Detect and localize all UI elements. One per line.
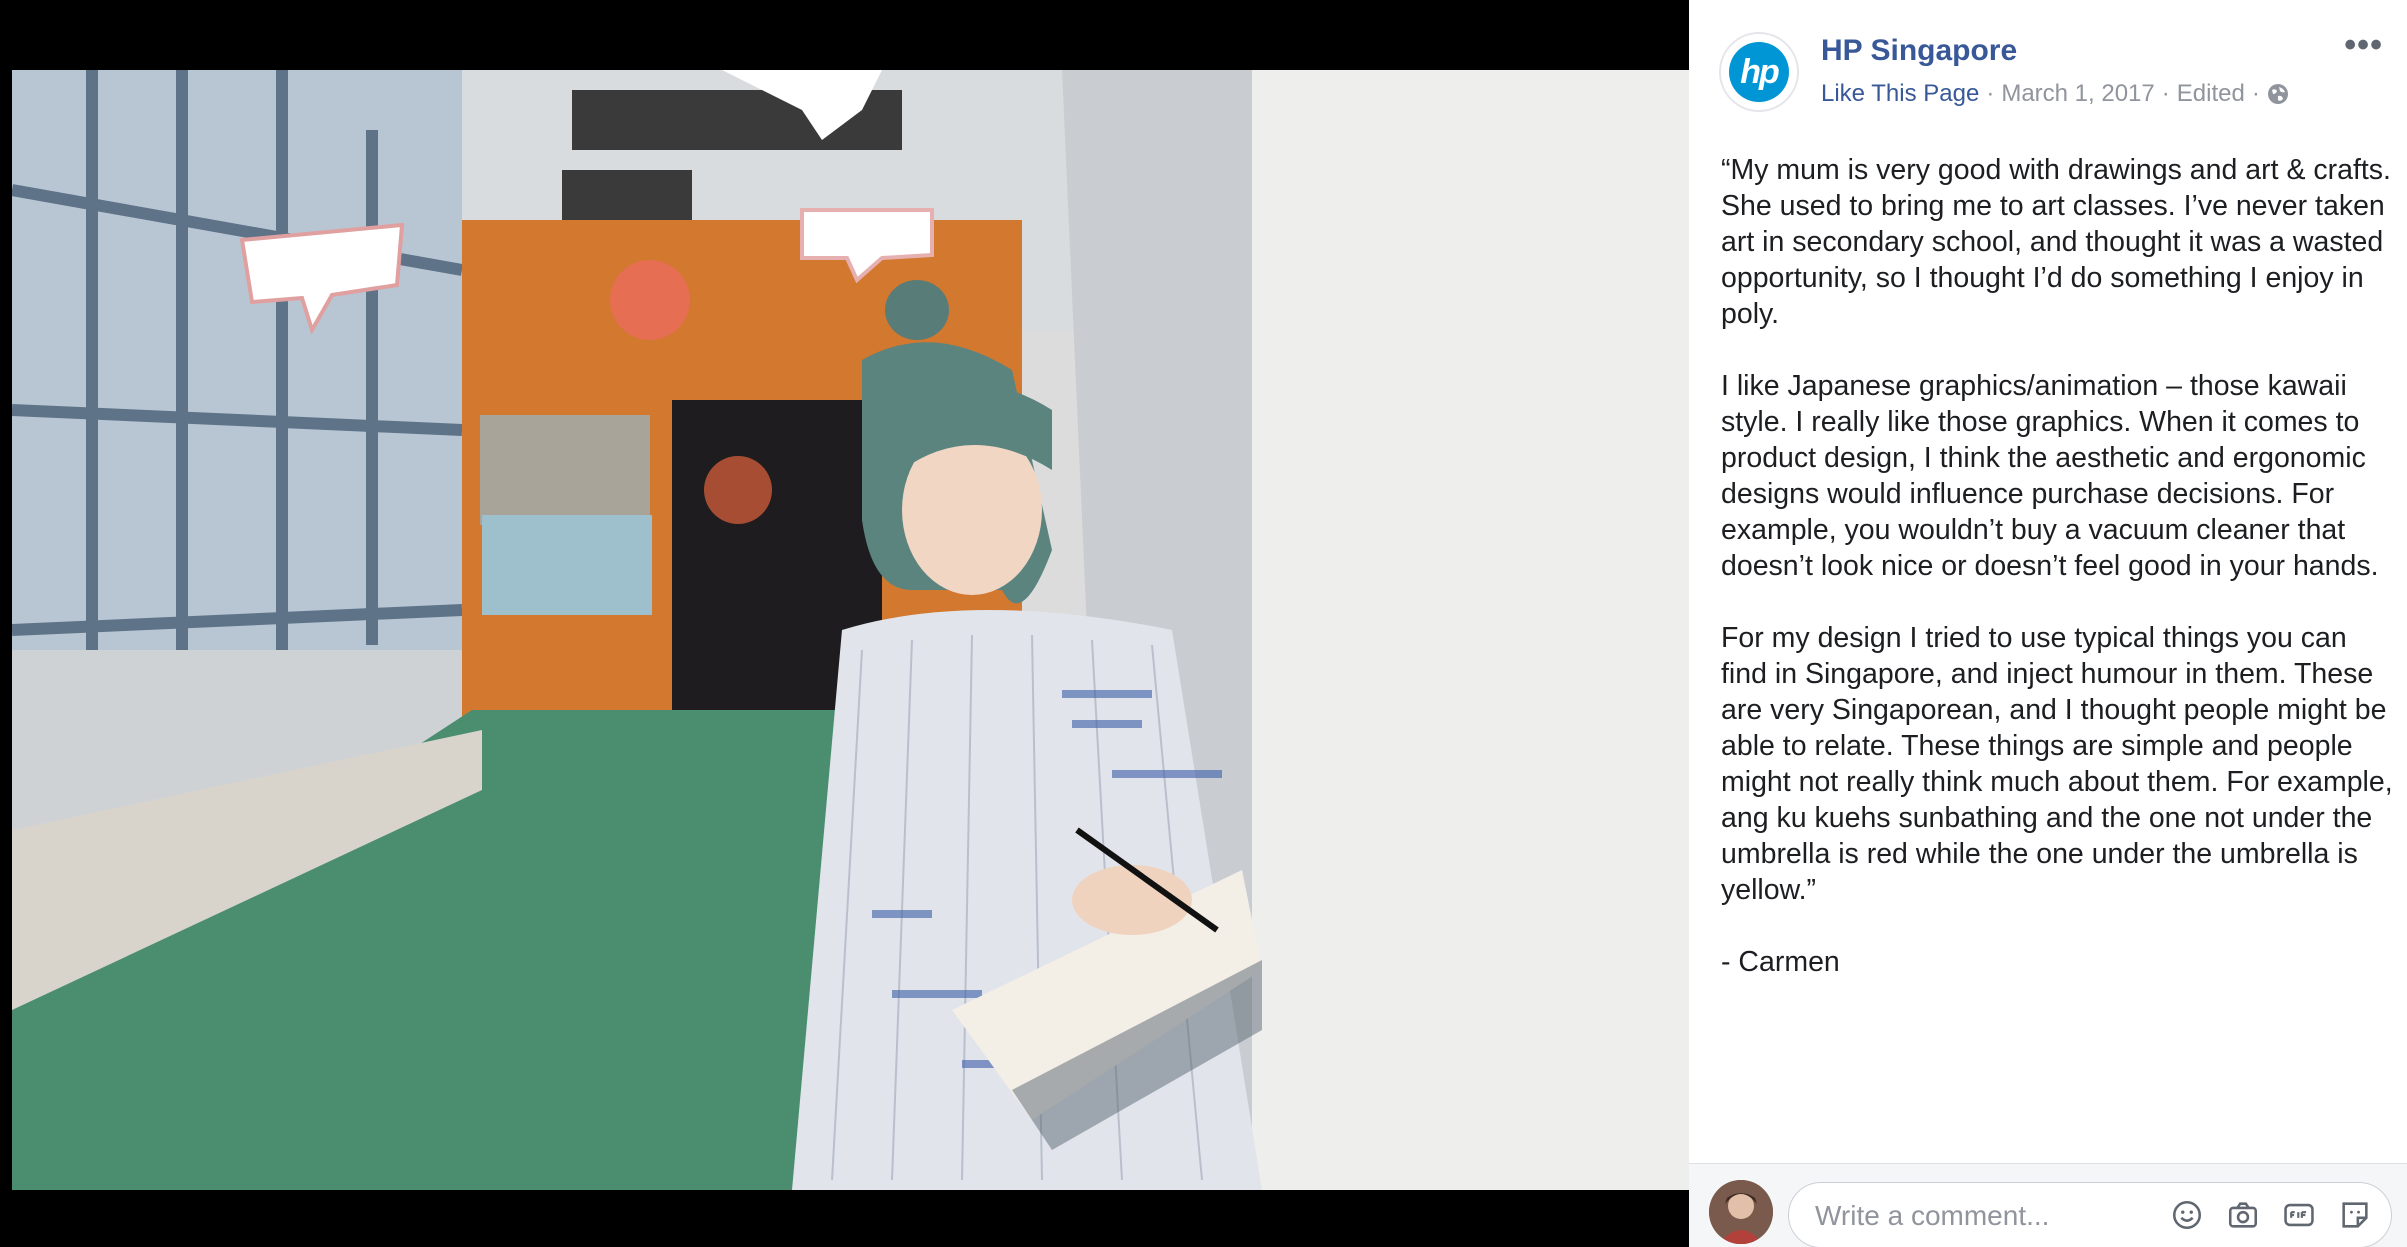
user-avatar-image: [1709, 1180, 1773, 1244]
globe-icon[interactable]: [2266, 82, 2290, 106]
emoji-icon[interactable]: [2169, 1197, 2205, 1233]
post-signature: - Carmen: [1721, 946, 1840, 978]
user-avatar[interactable]: [1709, 1180, 1773, 1244]
sticker-icon[interactable]: [2337, 1197, 2373, 1233]
comment-composer: [1689, 1163, 2407, 1247]
post-side-panel: hp HP Singapore Like This Page · March 1…: [1689, 0, 2407, 1247]
camera-icon[interactable]: [2225, 1197, 2261, 1233]
meta-separator: ·: [2251, 80, 2260, 107]
post-paragraph: “My mum is very good with drawings and a…: [1721, 154, 2391, 330]
gif-icon[interactable]: [2281, 1197, 2317, 1233]
post-photo[interactable]: [12, 70, 1689, 1190]
post-date[interactable]: March 1, 2017: [2001, 80, 2154, 108]
meta-separator: ·: [1986, 80, 1995, 107]
post-paragraph: For my design I tried to use typical thi…: [1721, 622, 2393, 906]
post-paragraph: I like Japanese graphics/animation – tho…: [1721, 370, 2379, 582]
comment-input[interactable]: [1815, 1197, 2145, 1235]
page-avatar[interactable]: hp: [1719, 32, 1799, 112]
more-options-icon[interactable]: •••: [2344, 26, 2383, 65]
edited-label[interactable]: Edited: [2177, 80, 2245, 108]
hp-logo-icon: hp: [1729, 42, 1789, 102]
like-page-link[interactable]: Like This Page: [1821, 80, 1979, 108]
comment-input-wrapper: [1788, 1182, 2392, 1247]
photo-viewer: [0, 0, 1689, 1247]
photo-illustration: [12, 70, 1689, 1190]
comment-actions: [2169, 1197, 2373, 1233]
page-name-link[interactable]: HP Singapore: [1821, 34, 2017, 68]
post-meta: Like This Page · March 1, 2017 · Edited …: [1821, 80, 2290, 108]
post-message: “My mum is very good with drawings and a…: [1721, 152, 2393, 980]
meta-separator: ·: [2161, 80, 2170, 107]
